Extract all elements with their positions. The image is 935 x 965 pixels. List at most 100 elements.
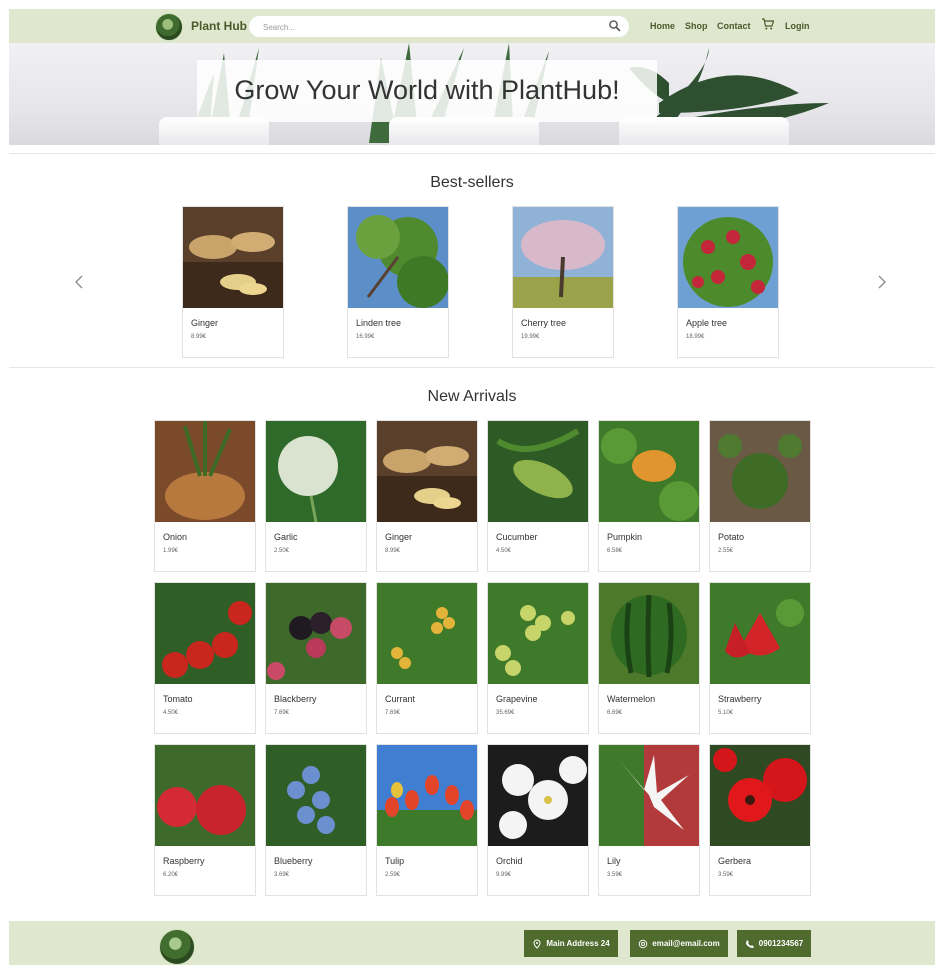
product-price: 9.99€ [496, 872, 512, 878]
search-icon[interactable] [607, 18, 623, 34]
nav-link-contact[interactable]: Contact [717, 21, 751, 31]
product-name: Grapevine [496, 694, 538, 704]
location-icon [533, 938, 541, 949]
footer-logo-icon [159, 929, 195, 965]
email-at-icon [639, 939, 648, 948]
grapevine-image [488, 583, 588, 684]
watermelon-image [599, 583, 699, 684]
product-name: Blackberry [274, 694, 317, 704]
product-card-tulip[interactable]: Tulip 2.59€ [376, 744, 478, 896]
product-name: Garlic [274, 532, 298, 542]
product-card-potato[interactable]: Potato 2.55€ [709, 420, 811, 572]
search-input[interactable] [261, 19, 595, 36]
product-price: 2.50€ [274, 548, 290, 554]
strawberry-image [710, 583, 810, 684]
product-card-raspberry[interactable]: Raspberry 6.20€ [154, 744, 256, 896]
product-price: 19.99€ [521, 334, 540, 340]
product-card-onion[interactable]: Onion 1.99€ [154, 420, 256, 572]
product-card-watermelon[interactable]: Watermelon 6.69€ [598, 582, 700, 734]
product-name: Lily [607, 856, 621, 866]
hero-overlay: Grow Your World with PlantHub! [197, 60, 657, 122]
product-card-blackberry[interactable]: Blackberry 7.69€ [265, 582, 367, 734]
cucumber-image [488, 421, 588, 522]
product-price: 6.69€ [607, 710, 623, 716]
phone-text: 0901234567 [758, 939, 804, 948]
phone-button[interactable]: 0901234567 [737, 930, 811, 957]
nav-link-home[interactable]: Home [650, 21, 675, 31]
product-card-orchid[interactable]: Orchid 9.99€ [487, 744, 589, 896]
product-card-gerbera[interactable]: Gerbera 3.59€ [709, 744, 811, 896]
footer: Main Address 24 email@email.com 09012345… [9, 921, 935, 965]
bestseller-card-linden-tree[interactable]: Linden tree 16.99€ [347, 206, 449, 358]
product-card-pumpkin[interactable]: Pumpkin 6.58€ [598, 420, 700, 572]
product-card-blueberry[interactable]: Blueberry 3.69€ [265, 744, 367, 896]
bestseller-card-ginger[interactable]: Ginger 8.99€ [182, 206, 284, 358]
product-card-garlic[interactable]: Garlic 2.50€ [265, 420, 367, 572]
divider [9, 367, 935, 368]
nav-link-shop[interactable]: Shop [685, 21, 708, 31]
lily-image [599, 745, 699, 846]
product-price: 7.69€ [385, 710, 401, 716]
blueberry-image [266, 745, 366, 846]
product-card-grapevine[interactable]: Grapevine 35.69€ [487, 582, 589, 734]
product-price: 2.55€ [718, 548, 734, 554]
nav-link-login[interactable]: Login [785, 21, 810, 31]
product-name: Orchid [496, 856, 523, 866]
carousel-next-arrow-icon[interactable] [875, 273, 889, 291]
product-name: Currant [385, 694, 416, 704]
product-name: Blueberry [274, 856, 313, 866]
cart-icon[interactable] [761, 17, 775, 31]
product-price: 7.69€ [274, 710, 290, 716]
plant-hub-logo-icon[interactable] [155, 13, 183, 41]
product-price: 5.10€ [718, 710, 734, 716]
product-price: 6.20€ [163, 872, 179, 878]
page: Plant Hub Home Shop Contact Login [9, 9, 935, 965]
product-price: 3.59€ [607, 872, 623, 878]
product-price: 8.99€ [385, 548, 401, 554]
product-price: 16.99€ [356, 334, 375, 340]
bestseller-card-cherry-tree[interactable]: Cherry tree 19.99€ [512, 206, 614, 358]
onion-image [155, 421, 255, 522]
phone-icon [745, 939, 754, 948]
brand-name[interactable]: Plant Hub [191, 19, 247, 33]
product-name: Onion [163, 532, 188, 542]
product-name: Apple tree [686, 318, 728, 328]
product-card-cucumber[interactable]: Cucumber 4.50€ [487, 420, 589, 572]
cherry-tree-image [513, 207, 613, 308]
bestsellers-title: Best-sellers [430, 174, 514, 191]
product-price: 4.50€ [163, 710, 179, 716]
address-button[interactable]: Main Address 24 [524, 930, 618, 957]
product-name: Watermelon [607, 694, 656, 704]
product-card-lily[interactable]: Lily 3.59€ [598, 744, 700, 896]
linden-tree-image [348, 207, 448, 308]
product-name: Tulip [385, 856, 405, 866]
product-name: Pumpkin [607, 532, 643, 542]
email-button[interactable]: email@email.com [630, 930, 728, 957]
product-card-ginger[interactable]: Ginger 8.99€ [376, 420, 478, 572]
product-price: 1.99€ [163, 548, 179, 554]
search-bar [249, 16, 629, 37]
product-name: Tomato [163, 694, 193, 704]
ginger-image [183, 207, 283, 308]
pumpkin-image [599, 421, 699, 522]
carousel-prev-arrow-icon[interactable] [72, 273, 86, 291]
hero-banner: Grow Your World with PlantHub! [9, 43, 935, 145]
raspberry-image [155, 745, 255, 846]
product-price: 35.69€ [496, 710, 515, 716]
currant-image [377, 583, 477, 684]
product-price: 3.69€ [274, 872, 290, 878]
email-text: email@email.com [652, 939, 720, 948]
divider [9, 153, 935, 154]
product-card-strawberry[interactable]: Strawberry 5.10€ [709, 582, 811, 734]
product-card-currant[interactable]: Currant 7.69€ [376, 582, 478, 734]
product-price: 3.59€ [718, 872, 734, 878]
product-price: 18.99€ [686, 334, 705, 340]
product-name: Gerbera [718, 856, 752, 866]
ginger-image [377, 421, 477, 522]
orchid-image [488, 745, 588, 846]
product-price: 2.59€ [385, 872, 401, 878]
product-card-tomato[interactable]: Tomato 4.50€ [154, 582, 256, 734]
bestseller-card-apple-tree[interactable]: Apple tree 18.99€ [677, 206, 779, 358]
product-name: Ginger [385, 532, 413, 542]
product-name: Cucumber [496, 532, 538, 542]
